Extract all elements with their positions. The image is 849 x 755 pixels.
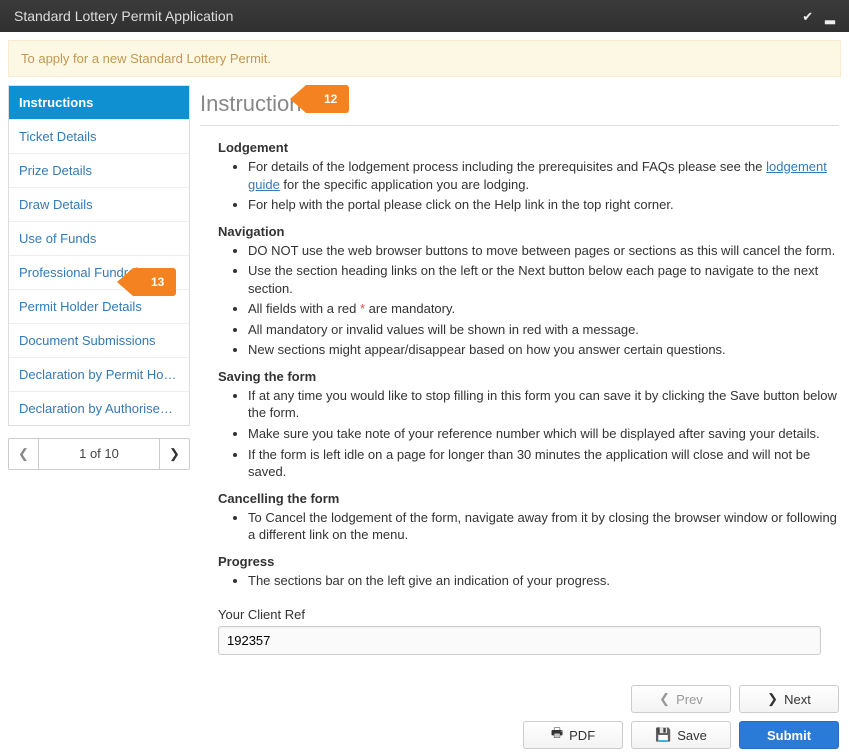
chevron-right-icon: ❯ — [767, 691, 778, 707]
sidebar-item-document-submissions[interactable]: Document Submissions — [9, 324, 189, 358]
pager-label: 1 of 10 — [39, 439, 159, 469]
info-banner: To apply for a new Standard Lottery Perm… — [8, 40, 841, 77]
navigation-li4: All mandatory or invalid values will be … — [248, 321, 839, 339]
saving-li3: If the form is left idle on a page for l… — [248, 446, 839, 481]
section-nav: Instructions Ticket Details Prize Detail… — [8, 85, 190, 426]
sidebar-item-declaration-authorised[interactable]: Declaration by Authorised… — [9, 392, 189, 425]
top-bar: Standard Lottery Permit Application ✔ ▂ — [0, 0, 849, 32]
heading-cancelling: Cancelling the form — [218, 491, 839, 506]
heading-navigation: Navigation — [218, 224, 839, 239]
check-icon[interactable]: ✔ — [802, 9, 813, 24]
heading-saving: Saving the form — [218, 369, 839, 384]
bell-icon[interactable]: ▂ — [825, 9, 835, 24]
sidebar-item-ticket-details[interactable]: Ticket Details — [9, 120, 189, 154]
sidebar: Instructions Ticket Details Prize Detail… — [0, 85, 190, 679]
main-content: Instructions 12 Lodgement For details of… — [190, 85, 849, 679]
cancelling-li1: To Cancel the lodgement of the form, nav… — [248, 509, 839, 544]
client-ref-label: Your Client Ref — [218, 607, 839, 622]
app-title: Standard Lottery Permit Application — [14, 0, 233, 32]
heading-progress: Progress — [218, 554, 839, 569]
sidebar-item-instructions[interactable]: Instructions — [9, 86, 189, 120]
pager-prev-button[interactable]: ❮ — [9, 439, 39, 469]
callout-arrow-12: 12 — [290, 85, 349, 113]
saving-li1: If at any time you would like to stop fi… — [248, 387, 839, 422]
sidebar-item-draw-details[interactable]: Draw Details — [9, 188, 189, 222]
save-icon: 💾 — [655, 727, 671, 743]
chevron-right-icon: ❯ — [169, 446, 180, 461]
chevron-left-icon: ❮ — [659, 691, 670, 707]
client-ref-input[interactable] — [218, 626, 821, 655]
print-icon: 🖶 — [551, 724, 563, 746]
heading-lodgement: Lodgement — [218, 140, 839, 155]
navigation-li2: Use the section heading links on the lef… — [248, 262, 839, 297]
navigation-li5: New sections might appear/disappear base… — [248, 341, 839, 359]
footer-actions: ❮ Prev ❯ Next 🖶 PDF 💾 Save Submit — [0, 679, 849, 755]
sidebar-item-use-of-funds[interactable]: Use of Funds — [9, 222, 189, 256]
next-button[interactable]: ❯ Next — [739, 685, 839, 713]
lodgement-li2: For help with the portal please click on… — [248, 196, 839, 214]
saving-li2: Make sure you take note of your referenc… — [248, 425, 839, 443]
chevron-left-icon: ❮ — [18, 446, 29, 461]
navigation-li1: DO NOT use the web browser buttons to mo… — [248, 242, 839, 260]
callout-arrow-13: 13 — [117, 268, 176, 296]
progress-li1: The sections bar on the left give an ind… — [248, 572, 839, 590]
prev-button[interactable]: ❮ Prev — [631, 685, 731, 713]
save-button[interactable]: 💾 Save — [631, 721, 731, 749]
pager-next-button[interactable]: ❯ — [159, 439, 189, 469]
section-pager: ❮ 1 of 10 ❯ — [8, 438, 190, 470]
lodgement-li1: For details of the lodgement process inc… — [248, 158, 839, 193]
sidebar-item-prize-details[interactable]: Prize Details — [9, 154, 189, 188]
submit-button[interactable]: Submit — [739, 721, 839, 749]
pdf-button[interactable]: 🖶 PDF — [523, 721, 623, 749]
sidebar-item-declaration-permit-holder[interactable]: Declaration by Permit Holder — [9, 358, 189, 392]
navigation-li3: All fields with a red * are mandatory. — [248, 300, 839, 318]
banner-text: To apply for a new Standard Lottery Perm… — [21, 51, 271, 66]
